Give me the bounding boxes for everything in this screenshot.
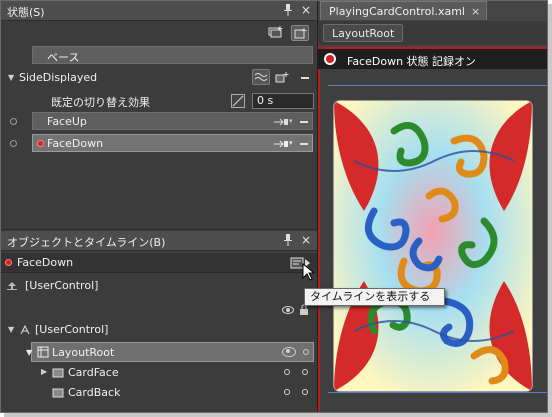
recording-status-text: FaceDown 状態 記録オン [347, 55, 477, 68]
lock-toggle-icon[interactable] [302, 369, 308, 375]
mouse-cursor-icon [302, 263, 314, 281]
state-group-name: SideDisplayed [19, 71, 98, 84]
upload-icon [7, 282, 17, 290]
timeline-selector-row[interactable]: FaceDown [1, 253, 317, 273]
tree-row-cardback[interactable]: CardBack [1, 383, 317, 403]
tree-row-cardface[interactable]: ▶ CardFace [1, 363, 317, 383]
remove-icon[interactable] [299, 72, 311, 84]
document-tab-label: PlayingCardControl.xaml [329, 5, 465, 18]
tree-label: [UserControl] [25, 279, 99, 292]
expand-arrow-icon[interactable]: ▶ [41, 367, 47, 376]
state-row-faceup[interactable]: FaceUp ▾ [32, 112, 313, 130]
record-dot-icon [5, 259, 12, 266]
visibility-toggle-icon[interactable] [284, 389, 290, 395]
remove-icon[interactable] [298, 116, 310, 128]
pin-icon[interactable] [283, 234, 293, 246]
add-state-icon[interactable] [291, 25, 309, 41]
close-icon[interactable]: × [471, 5, 480, 18]
breadcrumb-bar: LayoutRoot [318, 21, 547, 45]
eye-icon[interactable] [282, 347, 296, 357]
left-panels: 状態(S) × ベース ▼ SideDisplayed 既定の切り替え効果 0 … [1, 1, 317, 412]
expand-arrow-icon[interactable]: ▼ [8, 325, 14, 334]
artboard-guide-top [328, 85, 547, 86]
dropdown-arrow-icon[interactable]: ▾ [289, 117, 293, 125]
tree-row-layoutroot[interactable]: ▼ LayoutRoot [26, 342, 314, 362]
facedown-indicator-icon[interactable] [10, 140, 17, 147]
remove-icon[interactable] [298, 138, 310, 150]
record-dot-icon [37, 140, 44, 147]
panel-splitter[interactable] [1, 229, 317, 230]
add-transition-icon[interactable] [275, 71, 291, 85]
lock-toggle-icon[interactable] [302, 389, 308, 395]
state-label-faceup: FaceUp [47, 115, 87, 128]
add-transition-icon[interactable] [273, 116, 289, 128]
base-state-row[interactable]: ベース [32, 46, 313, 64]
app-window: 状態(S) × ベース ▼ SideDisplayed 既定の切り替え効果 0 … [0, 0, 548, 413]
artboard-guide-bottom [328, 392, 547, 393]
state-row-facedown[interactable]: FaceDown ▾ [32, 134, 313, 152]
transition-icon[interactable] [252, 69, 270, 85]
tree-row-usercontrol-top[interactable]: [UserControl] [1, 276, 317, 296]
objects-panel-title: オブジェクトとタイムライン(B) [7, 236, 166, 249]
state-group-row[interactable]: ▼ SideDisplayed [1, 68, 317, 88]
add-state-group-icon[interactable] [267, 25, 285, 41]
transition-duration-input[interactable]: 0 s [252, 93, 314, 109]
document-area: PlayingCardControl.xaml × LayoutRoot Face… [317, 1, 547, 412]
add-transition-icon[interactable] [273, 138, 289, 150]
faceup-indicator-icon[interactable] [10, 118, 17, 125]
tree-label: [UserControl] [35, 323, 109, 336]
tree-label: LayoutRoot [52, 346, 115, 359]
element-icon [52, 388, 64, 398]
timeline-name: FaceDown [17, 256, 74, 269]
lock-toggle-icon[interactable] [303, 349, 309, 355]
record-icon[interactable] [324, 53, 336, 65]
artboard[interactable] [318, 69, 547, 412]
card-image[interactable] [334, 101, 532, 391]
visibility-toggle-icon[interactable] [284, 369, 290, 375]
grid-icon [37, 346, 49, 358]
pin-icon[interactable] [283, 4, 293, 16]
element-icon [52, 368, 64, 378]
recording-indicator-bar: FaceDown 状態 記録オン [318, 47, 547, 69]
objects-panel-header: オブジェクトとタイムライン(B) × [1, 231, 317, 251]
tree-label: CardFace [68, 366, 119, 379]
card-pattern-graphic [334, 101, 532, 391]
close-icon[interactable]: × [301, 233, 311, 247]
tree-label: CardBack [68, 386, 121, 399]
usercontrol-icon [20, 324, 30, 335]
expand-arrow-icon[interactable]: ▼ [8, 73, 14, 82]
dropdown-arrow-icon[interactable]: ▾ [289, 139, 293, 147]
tooltip: タイムラインを表示する [304, 288, 445, 306]
document-tab[interactable]: PlayingCardControl.xaml × [320, 1, 488, 20]
states-panel-header: 状態(S) × [1, 1, 317, 21]
tree-row-usercontrol[interactable]: ▼ [UserControl] [1, 320, 317, 340]
default-transition-label: 既定の切り替え効果 [51, 96, 150, 109]
states-panel-title: 状態(S) [7, 6, 45, 19]
base-state-label: ベース [47, 51, 80, 64]
eye-icon[interactable] [282, 306, 294, 314]
state-label-facedown: FaceDown [47, 137, 104, 150]
states-toolbar [1, 22, 317, 44]
close-icon[interactable]: × [301, 3, 311, 17]
breadcrumb[interactable]: LayoutRoot [323, 24, 404, 42]
expand-arrow-icon[interactable]: ▼ [26, 348, 32, 357]
default-transition-row: 既定の切り替え効果 0 s [1, 91, 317, 111]
easing-icon[interactable] [231, 94, 245, 108]
